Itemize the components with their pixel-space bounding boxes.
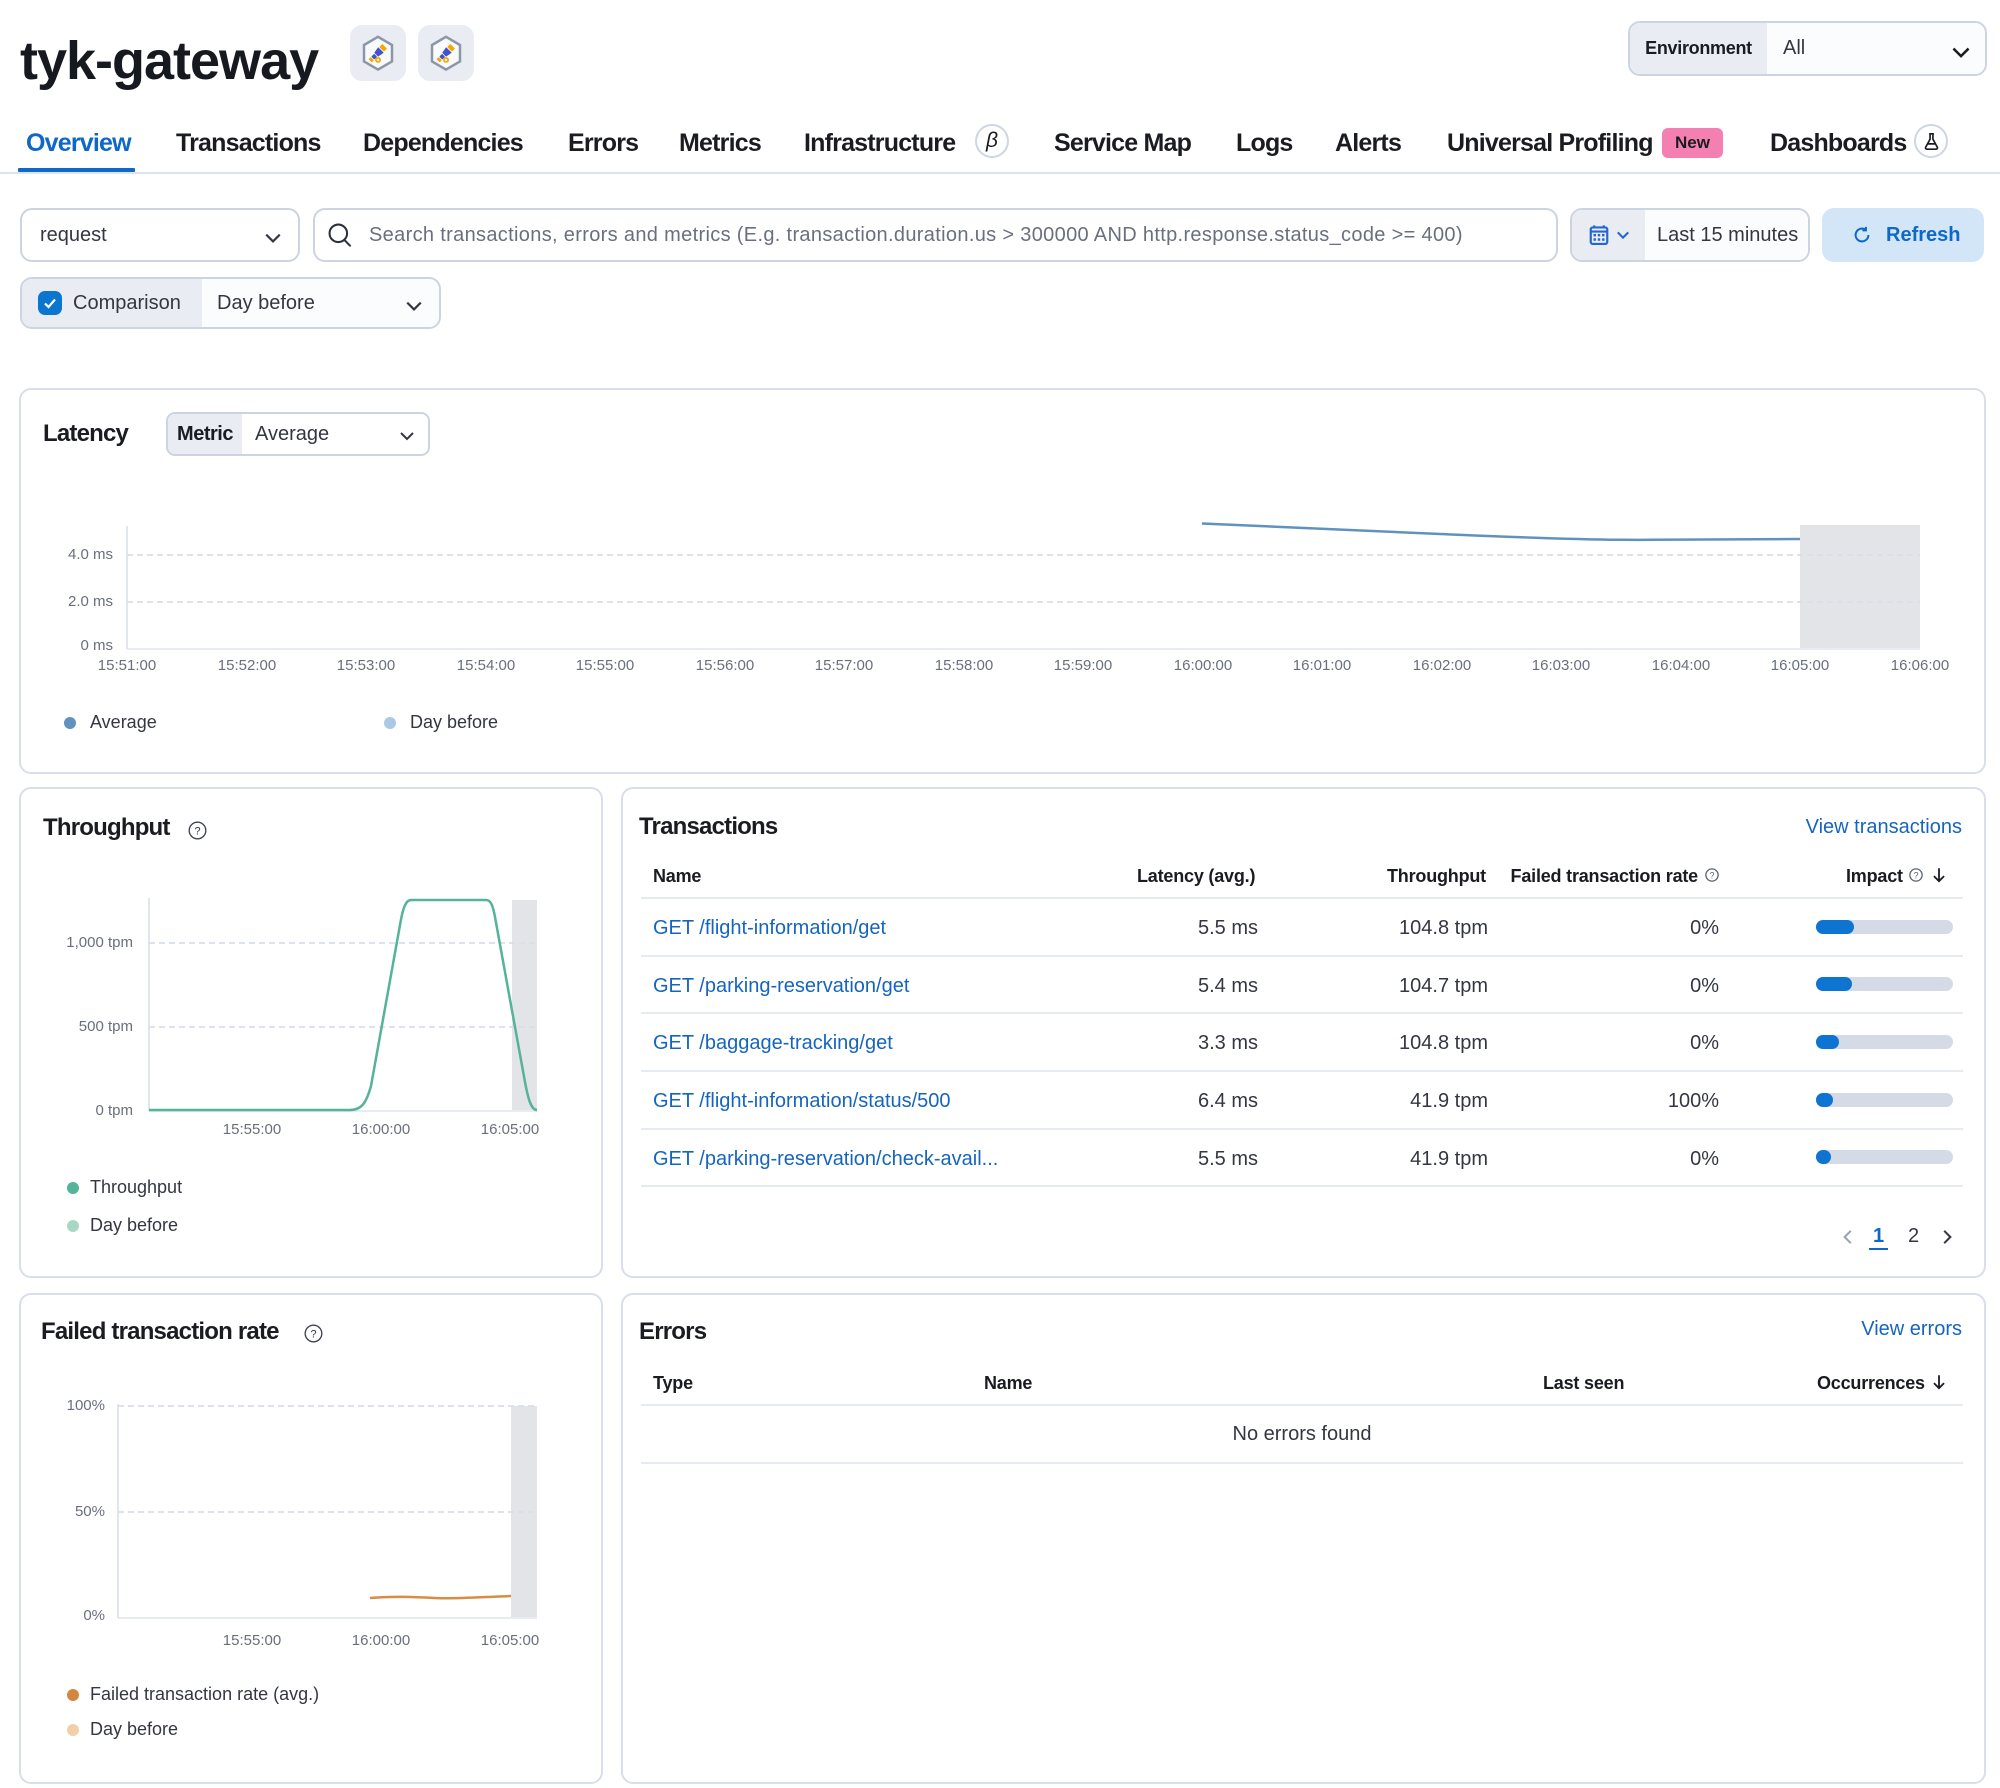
svg-text:?: ? [1914, 870, 1919, 880]
svg-text:?: ? [310, 1328, 316, 1340]
svg-text:?: ? [1710, 870, 1715, 880]
svg-text:?: ? [194, 825, 200, 837]
